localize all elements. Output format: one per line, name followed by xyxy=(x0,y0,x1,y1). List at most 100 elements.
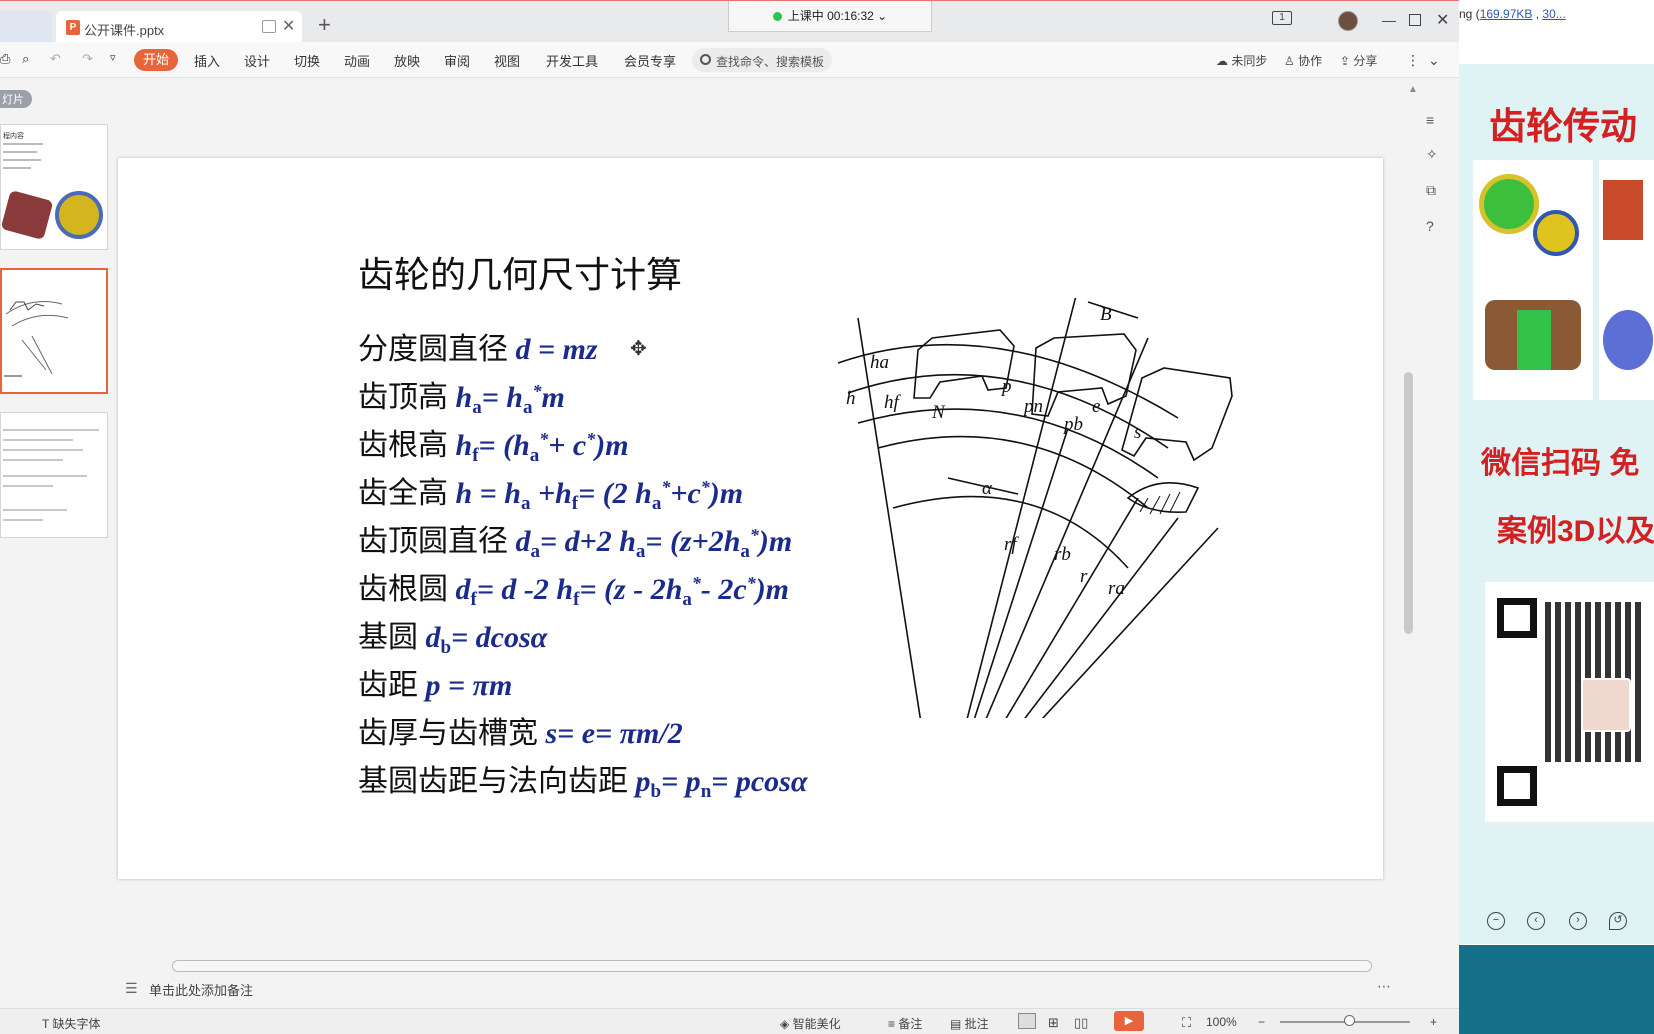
thumb3-text-line xyxy=(3,459,63,461)
thumb3-text-line xyxy=(3,519,43,521)
horizontal-scrollbar[interactable] xyxy=(172,960,1372,972)
zoom-level[interactable]: 100% xyxy=(1206,1015,1237,1029)
label-alpha: α xyxy=(982,478,993,499)
formula-label: 齿根圆 xyxy=(358,573,448,606)
label-r: r xyxy=(1080,566,1088,587)
reading-view-icon[interactable]: ▯▯ xyxy=(1074,1015,1088,1031)
formula-row[interactable]: 齿距 p = πm xyxy=(358,660,512,704)
more-options-icon[interactable]: ⋯ xyxy=(1377,978,1391,995)
tab-design[interactable]: 设计 xyxy=(244,51,270,70)
user-avatar[interactable] xyxy=(1338,11,1358,31)
collab-button[interactable]: ♙ 协作 xyxy=(1284,52,1322,69)
share-button[interactable]: ⇪ 分享 xyxy=(1340,52,1377,69)
wechat-qr-code[interactable] xyxy=(1485,582,1654,822)
sliders-icon[interactable]: ≡ xyxy=(1426,112,1434,128)
print-preview-icon[interactable]: ⌕ xyxy=(22,51,29,67)
document-tab-title: 公开课件.pptx xyxy=(84,23,165,38)
notes-placeholder: 单击此处添加备注 xyxy=(149,983,254,998)
zoom-out-icon[interactable]: − xyxy=(1258,1015,1265,1029)
formula-row[interactable]: 齿根高 hf= (ha*+ c*)m xyxy=(358,420,629,467)
tab-view[interactable]: 视图 xyxy=(494,51,520,70)
grid-view-icon[interactable]: ⊞ xyxy=(1048,1015,1059,1031)
green-shaft-shape xyxy=(1517,310,1551,370)
formula-expression: db= dcosα xyxy=(425,621,548,658)
formula-expression: h = ha +hf= (2 ha*+c*)m xyxy=(455,477,744,514)
cloud-sync-label: 未同步 xyxy=(1231,54,1268,68)
undo-icon[interactable]: ↶ xyxy=(50,51,61,67)
tab-animation[interactable]: 动画 xyxy=(344,51,370,70)
previous-icon[interactable]: ‹ xyxy=(1527,912,1545,930)
slide-thumbnail-1[interactable]: 程内容 xyxy=(0,124,108,250)
pin-icon[interactable]: ✧ xyxy=(1426,146,1438,163)
print-icon[interactable]: ⎙ xyxy=(0,51,10,67)
play-slideshow-button[interactable]: ▶ xyxy=(1114,1011,1144,1031)
formula-expression: s= e= πm/2 xyxy=(545,717,683,750)
command-search[interactable]: 查找命令、搜索模板 xyxy=(692,48,832,72)
formula-row[interactable]: 齿顶高 ha= ha*m xyxy=(358,372,565,419)
tab-start[interactable]: 开始 xyxy=(134,49,178,71)
slide-canvas[interactable]: 齿轮的几何尺寸计算 分度圆直径 d = mz 齿顶高 ha= ha*m 齿根高 … xyxy=(118,158,1383,879)
promo-banner[interactable]: 齿轮传动 微信扫码 免 案例3D以及 xyxy=(1459,64,1654,944)
tab-preview-icon[interactable] xyxy=(262,20,276,33)
gear-geometry-diagram: B ha h hf N p pn pb e s α rf rb r ra O xyxy=(837,298,1233,718)
beautify-label: 智能美化 xyxy=(792,1017,841,1031)
formula-row[interactable]: 齿厚与齿槽宽 s= e= πm/2 xyxy=(358,708,683,752)
formula-row[interactable]: 分度圆直径 d = mz xyxy=(358,324,598,368)
comment-button[interactable]: ▤ 批注 xyxy=(950,1015,989,1032)
tab-insert[interactable]: 插入 xyxy=(194,51,220,70)
fit-window-icon[interactable]: ⛶ xyxy=(1182,1015,1191,1031)
attachment-link[interactable]: ng (169.97KB , 30... xyxy=(1459,7,1566,21)
attachment-link-prefix: ng ( xyxy=(1459,7,1480,21)
tab-member[interactable]: 会员专享 xyxy=(624,51,676,70)
help-icon[interactable]: ? xyxy=(1426,218,1434,234)
notes-toggle-button[interactable]: ≡ 备注 xyxy=(888,1015,922,1032)
ribbon-collapse-icon[interactable]: ⌄ xyxy=(1428,52,1440,69)
beautify-button[interactable]: ◈ 智能美化 xyxy=(780,1015,841,1032)
copy-icon[interactable]: ⧉ xyxy=(1426,182,1436,199)
tab-review[interactable]: 审阅 xyxy=(444,51,470,70)
maximize-icon[interactable] xyxy=(1409,14,1421,26)
normal-view-icon[interactable] xyxy=(1018,1013,1036,1029)
tab-slideshow[interactable]: 放映 xyxy=(394,51,420,70)
formula-row[interactable]: 基圆 db= dcosα xyxy=(358,612,547,659)
slide-thumbnail-3[interactable] xyxy=(0,412,108,538)
minimize-icon[interactable]: — xyxy=(1382,12,1396,28)
formula-expression: d = mz xyxy=(515,333,598,366)
notes-area[interactable]: ☰ 单击此处添加备注 ⋯ xyxy=(117,976,1402,1006)
zoom-in-icon[interactable]: + xyxy=(1430,1015,1437,1029)
new-tab-button[interactable]: + xyxy=(318,12,331,38)
page-badge-icon[interactable]: 1 xyxy=(1272,11,1292,25)
quick-access-dropdown-icon[interactable]: ▿ xyxy=(110,51,116,64)
zoom-slider-handle[interactable] xyxy=(1344,1015,1355,1026)
label-pn: pn xyxy=(1022,396,1043,417)
thumb3-text-line xyxy=(3,475,87,477)
slide-thumbnail-2-selected[interactable] xyxy=(0,268,108,394)
next-icon[interactable]: › xyxy=(1569,912,1587,930)
formula-row[interactable]: 基圆齿距与法向齿距 pb= pn= pcosα xyxy=(358,756,807,803)
label-B: B xyxy=(1100,304,1112,325)
tab-developer[interactable]: 开发工具 xyxy=(546,51,598,70)
red-gear-shape xyxy=(1603,180,1643,240)
rotate-icon[interactable]: ↺ xyxy=(1609,912,1627,930)
tab-close-icon[interactable]: ✕ xyxy=(282,16,295,36)
class-timer[interactable]: 上课中 00:16:32 ⌄ xyxy=(728,1,932,32)
redo-icon[interactable]: ↷ xyxy=(82,51,93,67)
label-rb: rb xyxy=(1054,544,1071,565)
cloud-sync-status[interactable]: ☁ 未同步 xyxy=(1216,52,1267,69)
more-menu-icon[interactable]: ⋮ xyxy=(1406,52,1420,69)
thumb1-text-line xyxy=(3,143,43,145)
scroll-up-icon[interactable]: ▲ xyxy=(1408,84,1418,95)
formula-row[interactable]: 齿全高 h = ha +hf= (2 ha*+c*)m xyxy=(358,468,743,515)
missing-font-button[interactable]: T 缺失字体 xyxy=(42,1015,100,1032)
chevron-down-icon: ⌄ xyxy=(873,9,888,23)
formula-label: 齿距 xyxy=(358,669,418,702)
window-close-icon[interactable]: ✕ xyxy=(1436,10,1449,30)
vertical-scrollbar[interactable] xyxy=(1404,372,1413,634)
zoom-out-icon[interactable]: − xyxy=(1487,912,1505,930)
tab-transition[interactable]: 切换 xyxy=(294,51,320,70)
promo-gear-image-2 xyxy=(1599,160,1654,400)
document-tab[interactable]: P 公开课件.pptx ✕ xyxy=(56,11,302,43)
slide-title[interactable]: 齿轮的几何尺寸计算 xyxy=(358,246,682,298)
ribbon-toolbar: ⎙ ⌕ ↶ ↷ ▿ 开始 插入 设计 切换 动画 放映 审阅 视图 开发工具 会… xyxy=(0,42,1459,78)
home-tab[interactable] xyxy=(0,11,52,43)
